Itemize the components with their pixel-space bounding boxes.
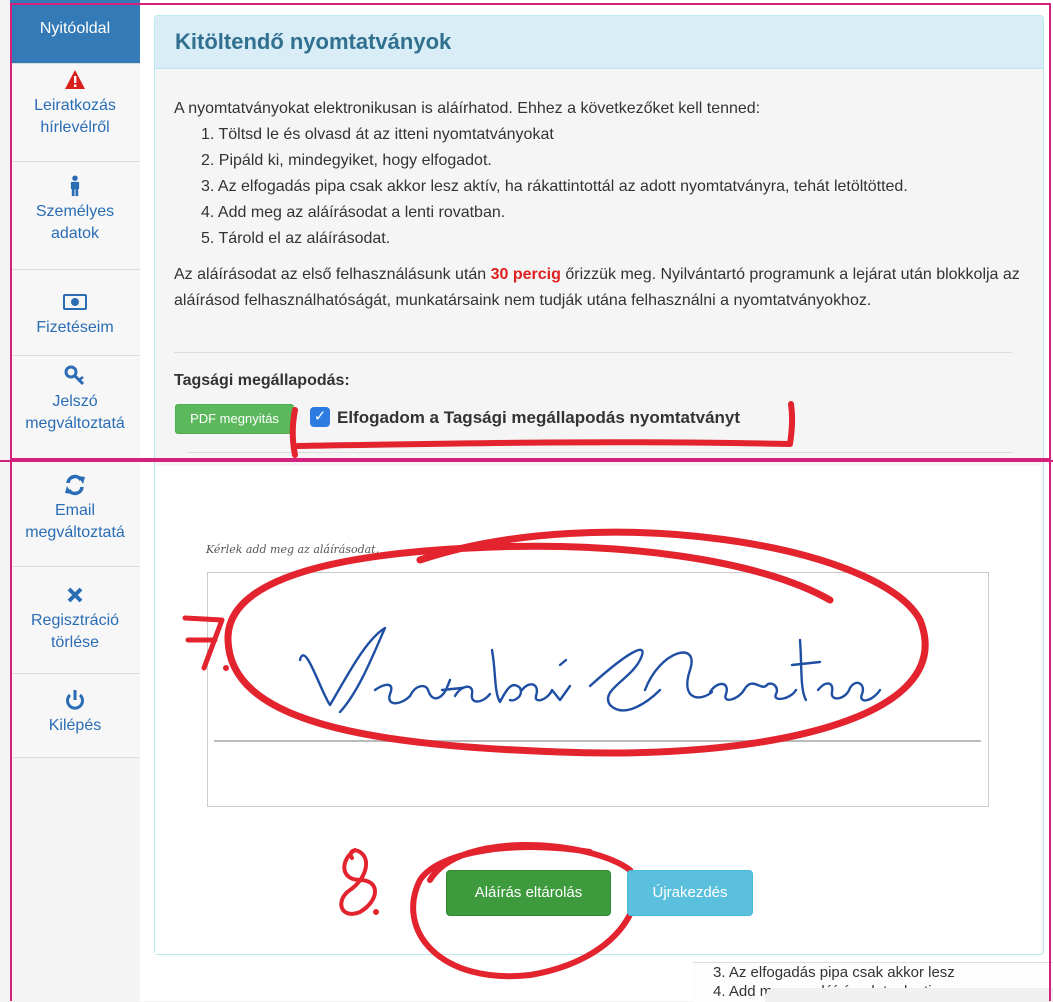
retention-text: Az aláírásodat az első felhasználásunk u… [174, 266, 491, 283]
power-icon [66, 690, 84, 710]
pdf-open-button[interactable]: PDF megnyitás [175, 404, 294, 434]
section-title: Tagsági megállapodás: [174, 372, 350, 389]
sidebar-item-label: hírlevélről [40, 119, 110, 136]
sidebar-item-logout[interactable]: Kilépés [10, 673, 140, 758]
sidebar-item-label: Fizetéseim [36, 319, 114, 336]
panel-title: Kitöltendő nyomtatványok [175, 29, 452, 54]
list-item: 1. Töltsd le és olvasd át az itteni nyom… [201, 126, 554, 143]
retention-notice: Az aláírásodat az első felhasználásunk u… [174, 262, 1034, 314]
sidebar-item-label: Leiratkozás [34, 97, 116, 114]
overlay-snippet: 3. Az elfogadás pipa csak akkor lesz 4. … [693, 962, 1053, 1002]
sidebar-item-label: Nyitóoldal [39, 20, 111, 37]
steps-list: 1. Töltsd le és olvasd át az itteni nyom… [201, 122, 1041, 252]
accept-label[interactable]: Elfogadom a Tagsági megállapodás nyomtat… [337, 408, 740, 428]
intro-text: A nyomtatványokat elektronikusan is aláí… [174, 100, 761, 117]
signature-prompt: Kérlek add meg az aláírásodat, [206, 543, 380, 556]
divider [187, 452, 1013, 453]
frame-separator [0, 460, 1053, 462]
sidebar-item-label: megváltoztatá [25, 415, 125, 432]
list-item: 5. Tárold el az aláírásodat. [201, 230, 391, 247]
signature-baseline [214, 740, 981, 742]
sidebar-item-change-email[interactable]: Email megváltoztatá [10, 460, 140, 567]
close-icon [67, 587, 83, 603]
person-icon [70, 175, 80, 197]
list-item: 2. Pipáld ki, mindegyiket, hogy elfogado… [201, 152, 492, 169]
checkmark-icon: ✓ [313, 408, 327, 425]
list-item: 3. Az elfogadás pipa csak akkor lesz akt… [201, 178, 908, 195]
save-signature-button[interactable]: Aláírás eltárolás [446, 870, 611, 916]
key-icon [64, 365, 85, 386]
divider [174, 352, 1012, 353]
sidebar-item-label: Regisztráció [30, 612, 120, 629]
sidebar-item-label: adatok [50, 225, 100, 242]
sidebar-item-payments[interactable]: Fizetéseim [10, 269, 140, 356]
reset-signature-button[interactable]: Újrakezdés [627, 870, 753, 916]
sidebar-item-home[interactable]: Nyitóoldal [10, 0, 140, 64]
sidebar-item-label: törlése [50, 634, 100, 651]
sidebar: Nyitóoldal Leiratkozás hírlevélről Szemé… [10, 0, 141, 758]
home-icon [10, 0, 140, 8]
sidebar-item-change-password[interactable]: Jelszó megváltoztatá [10, 355, 140, 461]
retention-highlight: 30 percig [490, 266, 561, 283]
accept-checkbox[interactable]: ✓ [310, 407, 330, 427]
sidebar-item-unsubscribe[interactable]: Leiratkozás hírlevélről [10, 63, 140, 162]
sidebar-item-delete-registration[interactable]: Regisztráció törlése [10, 566, 140, 674]
warning-icon [65, 70, 85, 89]
sidebar-item-label: Kilépés [48, 717, 102, 734]
sidebar-item-label: Személyes [35, 203, 115, 220]
sidebar-item-label: megváltoztatá [25, 524, 125, 541]
signature-pad[interactable] [207, 572, 989, 807]
panel-header: Kitöltendő nyomtatványok [155, 16, 1043, 69]
money-icon [63, 294, 87, 310]
refresh-icon [65, 474, 85, 496]
sidebar-item-label: Jelszó [52, 393, 98, 410]
overlay-bubble [765, 988, 1053, 1002]
overlay-line: 3. Az elfogadás pipa csak akkor lesz [713, 964, 955, 981]
sidebar-item-personal-data[interactable]: Személyes adatok [10, 161, 140, 270]
list-item: 4. Add meg az aláírásodat a lenti rovatb… [201, 204, 506, 221]
sidebar-item-label: Email [54, 502, 95, 519]
